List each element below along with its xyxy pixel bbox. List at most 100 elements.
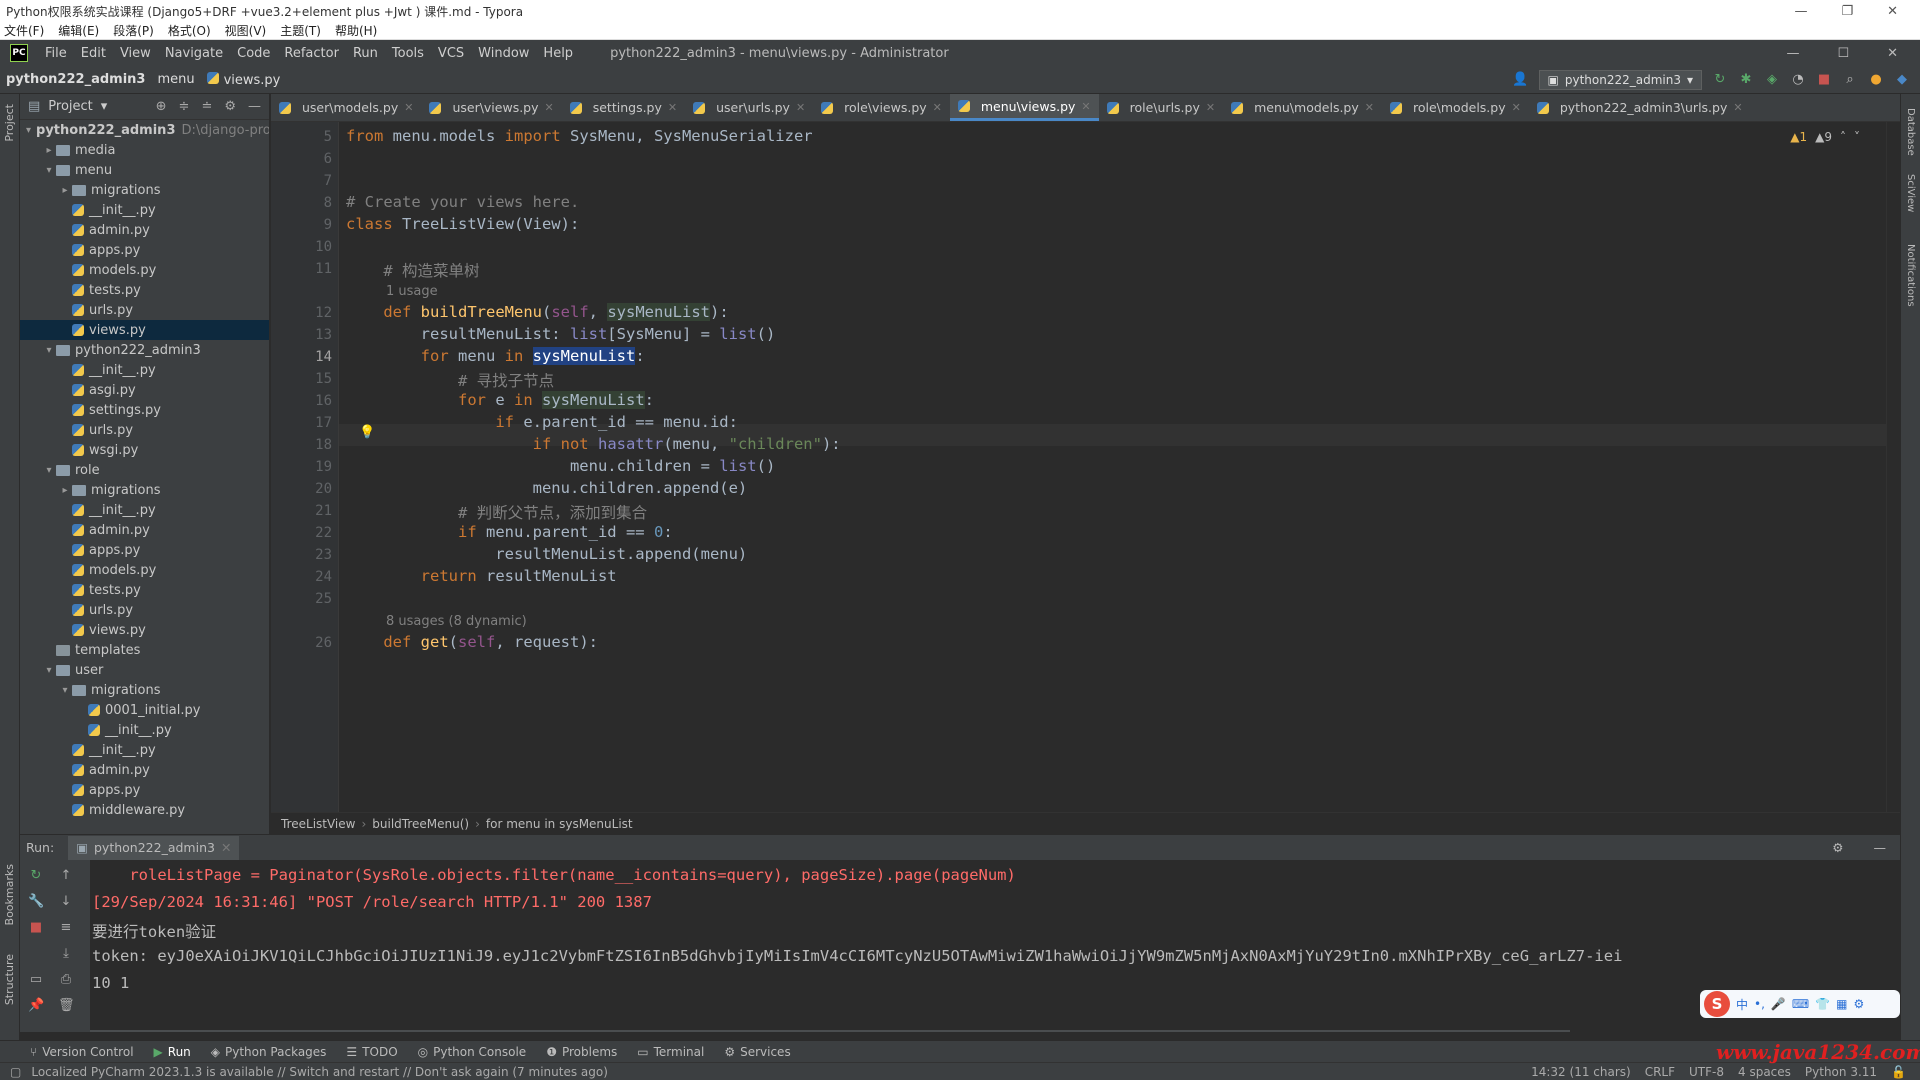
line-number[interactable]: 4	[292, 122, 332, 123]
punctuation-icon[interactable]: •,	[1754, 997, 1765, 1011]
close-tab-icon[interactable]: ✕	[404, 101, 413, 114]
close-icon[interactable]: ✕	[1887, 46, 1898, 61]
caret-position[interactable]: 14:32 (11 chars)	[1531, 1065, 1631, 1079]
close-tab-icon[interactable]: ✕	[796, 101, 805, 114]
usages-hint[interactable]: 8 usages (8 dynamic)	[386, 614, 527, 629]
line-number[interactable]: 8	[292, 195, 332, 211]
bookmarks-tool-tab[interactable]: Bookmarks	[3, 864, 16, 925]
close-tab-icon[interactable]: ✕	[1365, 101, 1374, 114]
plugin-icon[interactable]: ◆	[1894, 72, 1910, 88]
locate-icon[interactable]: ⊕	[156, 99, 167, 114]
skin-icon[interactable]: 👕	[1815, 997, 1830, 1011]
tool-window-terminal[interactable]: ▭ Terminal	[637, 1045, 704, 1059]
tree-item[interactable]: urls.py	[20, 600, 269, 620]
run-console[interactable]: roleListPage = Paginator(SysRole.objects…	[90, 860, 1900, 1032]
rerun-icon[interactable]: ↻	[1712, 72, 1728, 88]
keyboard-icon[interactable]: ⌨	[1792, 997, 1809, 1011]
tree-item[interactable]: ▾ user	[20, 660, 269, 680]
line-number[interactable]: 9	[292, 217, 332, 233]
gear-icon[interactable]: ⚙	[1832, 840, 1843, 855]
line-number[interactable]: 5	[292, 129, 332, 145]
coverage-icon[interactable]: ◈	[1764, 72, 1780, 88]
typora-menu-format[interactable]: 格式(O)	[168, 22, 211, 39]
editor-tab[interactable]: user\models.py ✕	[271, 94, 421, 121]
gear-icon[interactable]: ⚙	[224, 99, 236, 114]
nav-file[interactable]: views.py	[201, 71, 287, 88]
tree-item[interactable]: settings.py	[20, 400, 269, 420]
layout-icon[interactable]: ▭	[28, 972, 44, 988]
line-separator[interactable]: CRLF	[1645, 1065, 1675, 1079]
tree-item[interactable]: ▾ migrations	[20, 680, 269, 700]
pin-icon[interactable]: 📌	[28, 998, 44, 1014]
tree-item[interactable]: tests.py	[20, 280, 269, 300]
tree-item[interactable]: tests.py	[20, 580, 269, 600]
typora-menu-view[interactable]: 视图(V)	[225, 22, 267, 39]
settings-icon[interactable]: ⚙	[1854, 997, 1865, 1011]
run-tab[interactable]: ▣ python222_admin3 ✕	[68, 835, 240, 860]
stop-icon[interactable]: ■	[28, 920, 44, 936]
nav-project[interactable]: python222_admin3	[0, 72, 151, 87]
chevron-down-icon[interactable]: ˅	[1854, 130, 1860, 144]
rerun-icon[interactable]: ↻	[28, 868, 44, 884]
console-hscrollbar[interactable]	[90, 1030, 1570, 1032]
tool-window-version-control[interactable]: ⑂ Version Control	[30, 1045, 134, 1059]
chevron-down-icon[interactable]: ▾	[42, 665, 56, 676]
chevron-down-icon[interactable]: ▾	[42, 165, 56, 176]
scroll-end-icon[interactable]: ⤓	[58, 946, 74, 962]
update-icon[interactable]: ●	[1868, 72, 1884, 88]
tree-item[interactable]: admin.py	[20, 760, 269, 780]
typora-menu-file[interactable]: 文件(F)	[4, 22, 44, 39]
maximize-icon[interactable]: ☐	[1837, 46, 1849, 61]
line-number[interactable]: 13	[292, 327, 332, 343]
tree-item[interactable]: __init__.py	[20, 200, 269, 220]
menu-help[interactable]: Help	[536, 46, 580, 61]
menu-vcs[interactable]: VCS	[431, 46, 471, 61]
expand-all-icon[interactable]: ≑	[179, 99, 190, 114]
editor-scrollbar[interactable]	[1886, 122, 1900, 812]
print-icon[interactable]: ⎙	[58, 972, 74, 988]
tree-item[interactable]: ▾ role	[20, 460, 269, 480]
chevron-down-icon[interactable]: ▾	[101, 99, 108, 114]
status-message[interactable]: Localized PyCharm 2023.1.3 is available …	[31, 1065, 608, 1079]
breadcrumb-method[interactable]: buildTreeMenu()	[372, 817, 469, 831]
project-tool-tab[interactable]: Project	[3, 104, 16, 142]
tree-item[interactable]: urls.py	[20, 300, 269, 320]
indent-setting[interactable]: 4 spaces	[1738, 1065, 1791, 1079]
tree-item[interactable]: views.py	[20, 620, 269, 640]
breadcrumb-loop[interactable]: for menu in sysMenuList	[486, 817, 633, 831]
menu-run[interactable]: Run	[346, 46, 385, 61]
close-tab-icon[interactable]: ✕	[1733, 101, 1742, 114]
tool-window-python-packages[interactable]: ◈ Python Packages	[211, 1045, 327, 1059]
line-number[interactable]: 11	[292, 261, 332, 277]
line-number[interactable]: 19	[292, 459, 332, 475]
tree-item[interactable]: ▾ python222_admin3 D:\django-pro	[20, 120, 269, 140]
menu-file[interactable]: File	[38, 46, 74, 61]
line-number[interactable]: 17	[292, 415, 332, 431]
typora-maximize-icon[interactable]: ❐	[1841, 4, 1853, 19]
soft-wrap-icon[interactable]: ≡	[58, 920, 74, 936]
typora-close-icon[interactable]: ✕	[1887, 4, 1898, 19]
editor-tab[interactable]: role\views.py ✕	[813, 94, 950, 121]
ime-mode[interactable]: 中	[1736, 996, 1748, 1013]
breadcrumb-class[interactable]: TreeListView	[281, 817, 355, 831]
tree-item[interactable]: ▸ migrations	[20, 480, 269, 500]
tree-item[interactable]: ▾ menu	[20, 160, 269, 180]
typora-menu-theme[interactable]: 主题(T)	[280, 22, 321, 39]
line-number[interactable]: 15	[292, 371, 332, 387]
chevron-right-icon[interactable]: ▸	[42, 145, 56, 156]
editor-tab[interactable]: menu\views.py ✕	[949, 94, 1099, 121]
tool-window-todo[interactable]: ☰ TODO	[346, 1045, 397, 1059]
typora-minimize-icon[interactable]: —	[1794, 4, 1807, 19]
chevron-right-icon[interactable]: ▸	[58, 485, 72, 496]
search-icon[interactable]: ⌕	[1842, 72, 1858, 88]
line-number[interactable]: 22	[292, 525, 332, 541]
editor-tab[interactable]: role\urls.py ✕	[1099, 94, 1223, 121]
editor-tab[interactable]: python222_admin3\urls.py ✕	[1529, 94, 1751, 121]
tree-item[interactable]: apps.py	[20, 240, 269, 260]
microphone-icon[interactable]: 🎤	[1771, 997, 1786, 1011]
line-number[interactable]: 23	[292, 547, 332, 563]
close-tab-icon[interactable]: ✕	[1206, 101, 1215, 114]
chevron-up-icon[interactable]: ˄	[1840, 130, 1846, 144]
line-number[interactable]: 18	[292, 437, 332, 453]
tool-window-services[interactable]: ⚙ Services	[724, 1045, 790, 1059]
